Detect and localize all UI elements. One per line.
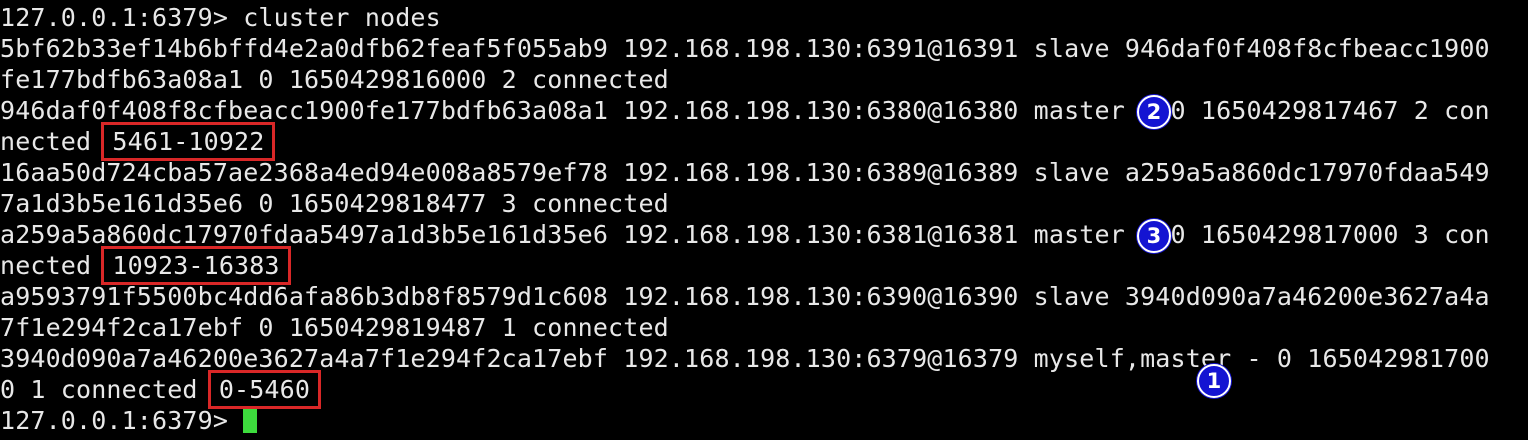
line-prefix: nected bbox=[0, 251, 107, 280]
slot-range-highlight: 0-5460 bbox=[207, 370, 322, 409]
terminal-window[interactable]: 127.0.0.1:6379> cluster nodes 5bf62b33ef… bbox=[0, 0, 1528, 440]
line-prefix: nected bbox=[0, 127, 107, 156]
output-line: 0 1 connected 0-5460 bbox=[0, 370, 322, 409]
output-line: 7a1d3b5e161d35e6 0 1650429818477 3 conne… bbox=[0, 189, 669, 218]
output-line: fe177bdfb63a08a1 0 1650429816000 2 conne… bbox=[0, 65, 669, 94]
command-line: 127.0.0.1:6379> cluster nodes bbox=[0, 3, 441, 32]
output-line: a9593791f5500bc4dd6afa86b3db8f8579d1c608… bbox=[0, 282, 1490, 311]
number-badge-icon: 3 bbox=[1137, 219, 1171, 253]
prompt-line[interactable]: 127.0.0.1:6379> bbox=[0, 405, 258, 436]
output-line: nected 10923-16383 bbox=[0, 246, 291, 285]
number-badge-icon: 2 bbox=[1137, 95, 1171, 129]
output-line: 7f1e294f2ca17ebf 0 1650429819487 1 conne… bbox=[0, 313, 669, 342]
number-badge-icon: 1 bbox=[1197, 364, 1231, 398]
output-line: 946daf0f408f8cfbeacc1900fe177bdfb63a08a1… bbox=[0, 96, 1490, 125]
text-cursor bbox=[243, 409, 258, 433]
prompt-text: 127.0.0.1:6379> bbox=[0, 406, 244, 435]
output-line: 3940d090a7a46200e3627a4a7f1e294f2ca17ebf… bbox=[0, 344, 1490, 373]
output-line: 16aa50d724cba57ae2368a4ed94e008a8579ef78… bbox=[0, 158, 1490, 187]
slot-range-highlight: 5461-10922 bbox=[101, 122, 276, 161]
output-line: a259a5a860dc17970fdaa5497a1d3b5e161d35e6… bbox=[0, 220, 1490, 249]
output-line: nected 5461-10922 bbox=[0, 122, 276, 161]
slot-range-highlight: 10923-16383 bbox=[101, 246, 291, 285]
output-line: 5bf62b33ef14b6bffd4e2a0dfb62feaf5f055ab9… bbox=[0, 34, 1490, 63]
line-prefix: 0 1 connected bbox=[0, 375, 213, 404]
